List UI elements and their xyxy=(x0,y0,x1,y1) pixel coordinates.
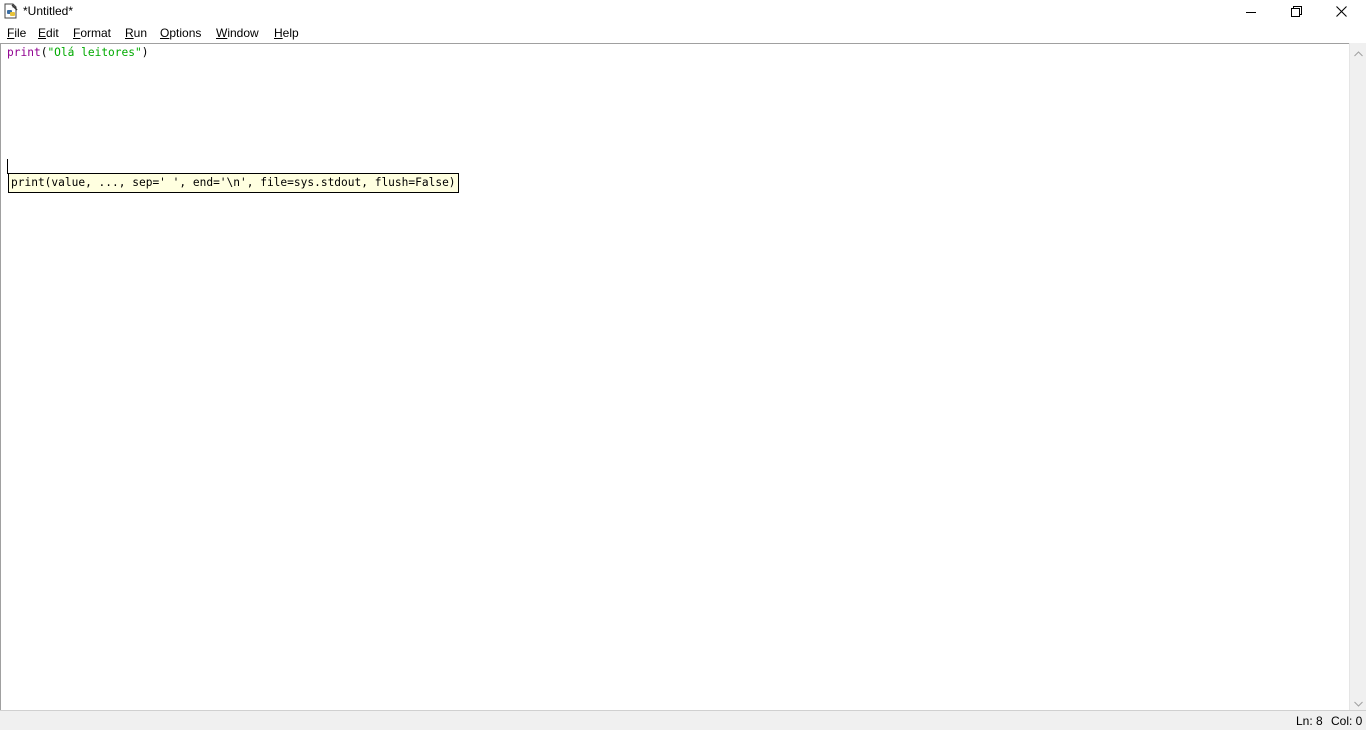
menu-help[interactable]: Help xyxy=(274,26,299,40)
menu-bar: File Edit Format Run Options Window Help xyxy=(0,23,1366,43)
idle-python-file-icon xyxy=(3,3,19,19)
scroll-down-button[interactable] xyxy=(1350,693,1366,710)
idle-editor-window: *Untitled* File Edit Format Run Options … xyxy=(0,0,1366,748)
close-icon xyxy=(1335,6,1347,17)
restore-button[interactable] xyxy=(1273,0,1319,23)
restore-icon xyxy=(1290,6,1302,17)
code-line-1[interactable]: print("Olá leitores") xyxy=(7,46,148,59)
status-line-number: Ln: 8 xyxy=(1296,714,1323,728)
close-button[interactable] xyxy=(1318,0,1364,23)
menu-edit[interactable]: Edit xyxy=(38,26,59,40)
menu-file[interactable]: File xyxy=(7,26,26,40)
title-bar[interactable]: *Untitled* xyxy=(0,0,1366,23)
vertical-scrollbar[interactable] xyxy=(1349,43,1366,710)
window-title: *Untitled* xyxy=(23,4,74,18)
calltip-tooltip: print(value, ..., sep=' ', end='\n', fil… xyxy=(8,173,459,193)
minimize-button[interactable] xyxy=(1228,0,1274,23)
scroll-up-button[interactable] xyxy=(1350,43,1366,60)
window-bottom-edge xyxy=(0,730,1366,748)
minimize-icon xyxy=(1246,7,1256,17)
menu-format[interactable]: Format xyxy=(73,26,111,40)
builtin-token: print xyxy=(7,46,41,59)
status-column-number: Col: 0 xyxy=(1331,714,1363,728)
paren-close-token: ) xyxy=(141,46,149,59)
menu-run[interactable]: Run xyxy=(125,26,147,40)
chevron-down-icon xyxy=(1353,692,1363,711)
status-bar: Ln: 8 Col: 0 xyxy=(0,710,1366,730)
text-cursor xyxy=(7,159,8,174)
code-editor[interactable]: print("Olá leitores") print(value, ..., … xyxy=(0,43,1349,710)
menu-window[interactable]: Window xyxy=(216,26,259,40)
menu-options[interactable]: Options xyxy=(160,26,201,40)
chevron-up-icon xyxy=(1353,42,1363,61)
string-token: "Olá leitores" xyxy=(47,46,142,59)
